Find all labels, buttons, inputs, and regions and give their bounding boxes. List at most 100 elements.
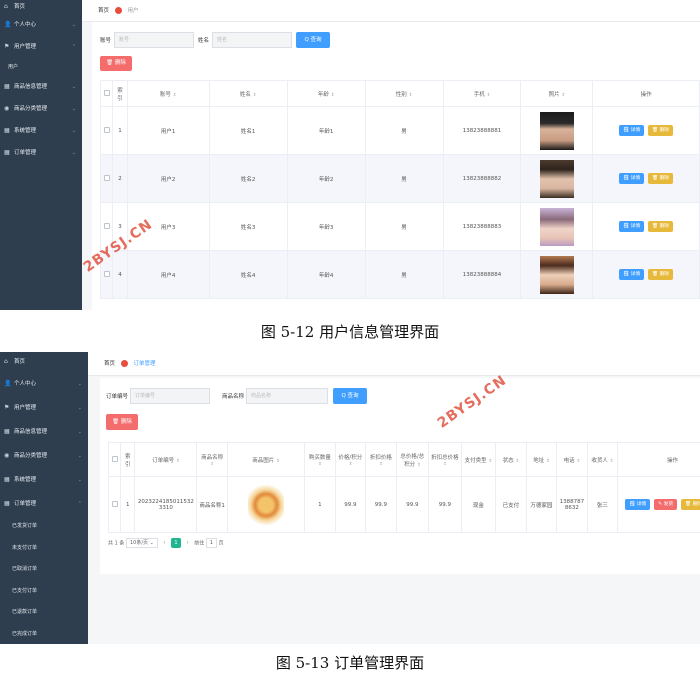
name-input[interactable]: 姓名 — [212, 32, 292, 48]
column-header-discount-total[interactable]: 折扣总价格 ⇕ — [428, 442, 462, 477]
column-header-address[interactable]: 地址 ⇕ — [525, 442, 558, 477]
order-no-label: 订单编号 — [106, 394, 129, 400]
row-checkbox[interactable] — [107, 476, 122, 533]
row-delete-button[interactable]: 🗑 删除 — [680, 499, 700, 510]
sidebar-subitem-shipped[interactable]: 已发货订单 — [0, 516, 88, 538]
sort-icon: ⇕ — [442, 461, 447, 467]
breadcrumb: 首页 用户 — [82, 0, 700, 22]
sidebar-item-profile[interactable]: 👤 个人中心 ⌄ — [0, 372, 88, 396]
detail-button[interactable]: 🗒 详情 — [619, 125, 645, 136]
select-all-checkbox[interactable] — [99, 80, 114, 107]
sidebar-item-users[interactable]: ⚑ 用户管理 ⌃ — [0, 36, 82, 58]
column-header-photo[interactable]: 照片 ⇕ — [520, 80, 594, 107]
product-name-input[interactable]: 商品名称 — [246, 388, 328, 404]
sidebar-item-home[interactable]: ⌂ 首页 — [0, 352, 88, 372]
account-label: 账号 — [100, 38, 112, 44]
sidebar-subitem-unpaid[interactable]: 未支付订单 — [0, 538, 88, 560]
column-header-total[interactable]: 总价格/总积分 ⇕ — [395, 442, 430, 477]
sidebar-item-categories[interactable]: ◉ 商品分类管理 ⌄ — [0, 444, 88, 468]
cell-age: 年龄4 — [286, 250, 366, 299]
sidebar-item-orders[interactable]: ▦ 订单管理 ⌃ — [0, 492, 88, 516]
row-delete-button[interactable]: 🗑 删除 — [648, 269, 674, 280]
column-header-order-no[interactable]: 订单编号 ⇕ — [134, 442, 198, 477]
ship-button[interactable]: ✎ 发货 — [654, 499, 678, 510]
delete-button[interactable]: 🗑 删除 — [106, 414, 138, 430]
product-image — [248, 483, 284, 526]
cell-total: 99.9 — [395, 476, 430, 533]
cell-index: 1 — [112, 106, 128, 155]
column-header-status[interactable]: 状态 ⇕ — [495, 442, 527, 477]
sidebar-item-products[interactable]: ▦ 商品信息管理 ⌄ — [0, 76, 82, 98]
row-delete-button[interactable]: 🗑 删除 — [648, 173, 674, 184]
cell-phone: 13823888883 — [442, 202, 522, 251]
chevron-down-icon: ⌄ — [77, 477, 82, 483]
row-checkbox[interactable] — [99, 154, 114, 203]
sidebar-subitem-paid[interactable]: 已支付订单 — [0, 581, 88, 603]
query-button[interactable]: Q 查询 — [333, 388, 367, 404]
row-delete-button[interactable]: 🗑 删除 — [648, 125, 674, 136]
column-header-discount[interactable]: 折扣价格 ⇕ — [365, 442, 397, 477]
sidebar-item-users[interactable]: ⚑ 用户管理 ⌄ — [0, 396, 88, 420]
column-header-pay-type[interactable]: 支付类型 ⇕ — [460, 442, 497, 477]
column-header-receiver[interactable]: 收货人 ⇕ — [586, 442, 619, 477]
column-header-name[interactable]: 姓名 ⇕ — [208, 80, 288, 107]
sort-icon: ⇕ — [488, 458, 493, 464]
column-header-price[interactable]: 价格/积分 ⇕ — [334, 442, 367, 477]
sort-icon: ⇕ — [561, 92, 566, 98]
detail-button[interactable]: 🗒 详情 — [625, 499, 651, 510]
cell-actions: 🗒 详情 🗑 删除 — [592, 106, 700, 155]
next-page-icon[interactable]: › — [183, 538, 193, 548]
prev-page-icon[interactable]: ‹ — [159, 538, 169, 548]
row-checkbox[interactable] — [99, 202, 114, 251]
account-input[interactable]: 账号 — [114, 32, 194, 48]
column-header-image[interactable]: 商品图片 ⇕ — [226, 442, 306, 477]
cell-index: 2 — [112, 154, 128, 203]
goto-page-input[interactable]: 1 — [205, 538, 217, 548]
sort-icon: ⇕ — [172, 92, 177, 98]
sidebar-item-label: 首页 — [14, 359, 26, 365]
cell-account: 用户1 — [126, 106, 210, 155]
query-button[interactable]: Q 查询 — [296, 32, 330, 48]
detail-button[interactable]: 🗒 详情 — [619, 269, 645, 280]
column-header-product[interactable]: 商品名称 ⇕ — [196, 442, 228, 477]
column-header-label: 状态 — [502, 457, 514, 464]
chevron-down-icon: ⌄ — [77, 429, 82, 435]
column-header-label: 价格/积分 — [338, 454, 363, 461]
sidebar-item-system[interactable]: ▦ 系统管理 ⌄ — [0, 468, 88, 492]
sidebar-subitem-completed[interactable]: 已完成订单 — [0, 624, 88, 645]
sidebar: ⌂ 首页 👤 个人中心 ⌄ ⚑ 用户管理 ⌃ 用户 ▦ 商品信息管理 ⌄ ◉ 商… — [0, 0, 82, 310]
sidebar-subitem-cancelled[interactable]: 已取消订单 — [0, 559, 88, 581]
select-all-checkbox[interactable] — [107, 442, 122, 477]
cell-gender: 男 — [364, 154, 444, 203]
sidebar-subitem-user[interactable]: 用户 — [0, 58, 82, 76]
delete-button[interactable]: 🗑 删除 — [100, 56, 132, 71]
detail-button[interactable]: 🗒 详情 — [619, 173, 645, 184]
column-header-gender[interactable]: 性别 ⇕ — [364, 80, 444, 107]
order-no-input[interactable]: 订单编号 — [130, 388, 210, 404]
row-delete-button[interactable]: 🗑 删除 — [648, 221, 674, 232]
sidebar-item-profile[interactable]: 👤 个人中心 ⌄ — [0, 14, 82, 36]
row-checkbox[interactable] — [99, 250, 114, 299]
main-area: 首页 订单管理 订单编号 订单编号 商品名称 商品名称 Q 查询 🗑 删除 索引… — [88, 352, 700, 644]
detail-button[interactable]: 🗒 详情 — [619, 221, 645, 232]
cell-phone: 13823888882 — [442, 154, 522, 203]
sidebar-item-system[interactable]: ▦ 系统管理 ⌄ — [0, 120, 82, 142]
column-header-phone[interactable]: 电话 ⇕ — [556, 442, 588, 477]
breadcrumb-home[interactable]: 首页 — [98, 8, 109, 14]
sidebar-item-categories[interactable]: ◉ 商品分类管理 ⌄ — [0, 98, 82, 120]
sidebar-item-home[interactable]: ⌂ 首页 — [0, 0, 82, 14]
sidebar-subitem-refunded[interactable]: 已退款订单 — [0, 602, 88, 624]
breadcrumb-home[interactable]: 首页 — [104, 361, 115, 367]
sidebar-item-products[interactable]: ▦ 商品信息管理 ⌄ — [0, 420, 88, 444]
column-header-age[interactable]: 年龄 ⇕ — [286, 80, 366, 107]
column-header-phone[interactable]: 手机 ⇕ — [442, 80, 522, 107]
column-header-qty[interactable]: 购买数量 ⇕ — [304, 442, 336, 477]
sidebar-item-orders[interactable]: ▦ 订单管理 ⌄ — [0, 142, 82, 164]
grid-icon: ▦ — [4, 476, 10, 483]
page-number[interactable]: 1 — [171, 538, 182, 548]
column-header-label: 订单编号 — [152, 457, 175, 464]
row-checkbox[interactable] — [99, 106, 114, 155]
column-header-account[interactable]: 账号 ⇕ — [126, 80, 210, 107]
cell-status: 已支付 — [495, 476, 527, 533]
page-size-select[interactable]: 10条/页 ⌄ — [125, 538, 158, 548]
